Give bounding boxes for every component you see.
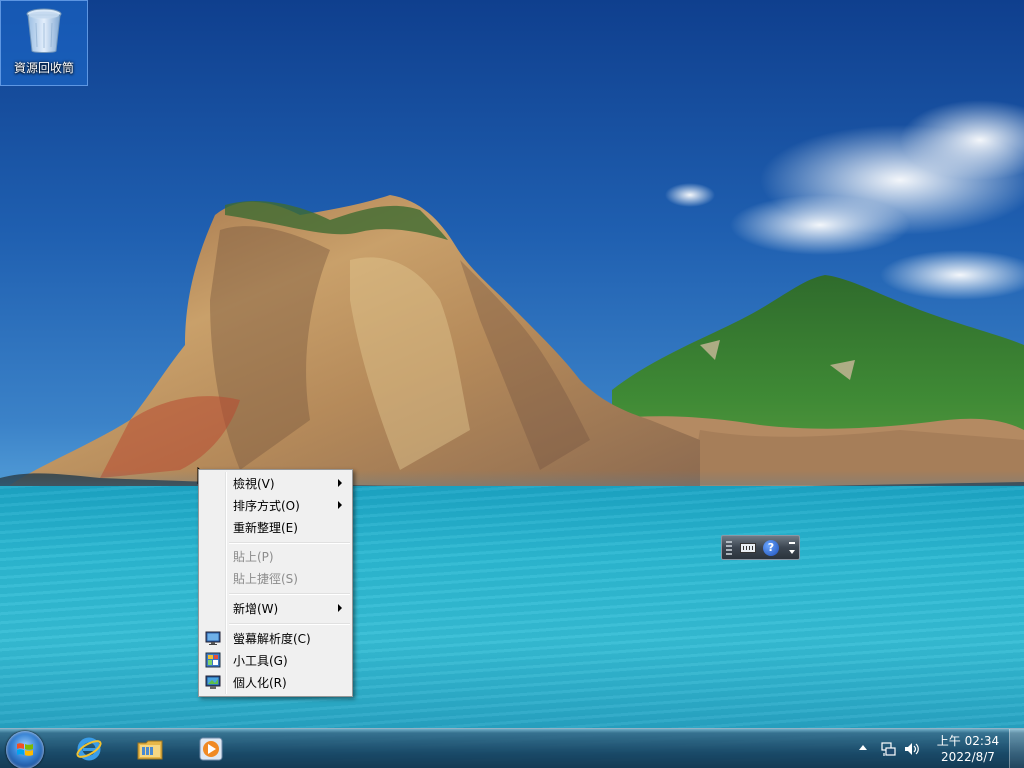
start-button[interactable] — [6, 731, 44, 768]
menu-item-paste[interactable]: 貼上(P) — [201, 545, 350, 567]
internet-explorer-icon — [76, 737, 102, 761]
network-icon[interactable] — [880, 741, 896, 757]
submenu-arrow-icon — [338, 501, 342, 509]
keyboard-icon[interactable] — [740, 543, 756, 553]
submenu-arrow-icon — [338, 604, 342, 612]
menu-item-new[interactable]: 新增(W) — [201, 597, 350, 619]
drag-handle-icon[interactable] — [726, 541, 732, 555]
folder-icon — [137, 740, 163, 760]
desktop-icon-recycle-bin[interactable]: 資源回收筒 — [0, 0, 88, 86]
menu-item-view[interactable]: 檢視(V) — [201, 472, 350, 494]
menu-item-label: 檢視(V) — [233, 476, 275, 491]
personalize-icon — [205, 675, 221, 689]
taskbar-internet-explorer[interactable] — [69, 732, 109, 766]
desktop-wallpaper — [0, 0, 1024, 768]
screen-resolution-icon — [205, 631, 221, 645]
menu-item-refresh[interactable]: 重新整理(E) — [201, 516, 350, 538]
menu-item-gadgets[interactable]: 小工具(G) — [201, 649, 350, 671]
menu-item-label: 貼上捷徑(S) — [233, 571, 298, 586]
menu-separator — [229, 593, 350, 595]
submenu-arrow-icon — [338, 479, 342, 487]
media-player-icon — [199, 737, 223, 761]
clock-time: 上午 02:34 — [936, 734, 1000, 748]
menu-item-screen-resolution[interactable]: 螢幕解析度(C) — [201, 627, 350, 649]
menu-item-label: 排序方式(O) — [233, 498, 300, 513]
taskbar-windows-explorer[interactable] — [130, 732, 170, 766]
menu-item-personalize[interactable]: 個人化(R) — [201, 671, 350, 693]
menu-item-label: 小工具(G) — [233, 653, 288, 668]
menu-item-label: 個人化(R) — [233, 675, 287, 690]
windows-logo-icon — [17, 743, 33, 756]
language-bar[interactable]: ? — [721, 535, 800, 560]
menu-separator — [229, 542, 350, 544]
sea — [0, 486, 1024, 768]
menu-item-sort-by[interactable]: 排序方式(O) — [201, 494, 350, 516]
gadgets-icon — [205, 652, 221, 668]
options-icon[interactable] — [788, 541, 796, 555]
taskbar: 上午 02:34 2022/8/7 — [0, 728, 1024, 768]
show-hidden-icons-icon[interactable] — [859, 745, 867, 750]
menu-item-label: 重新整理(E) — [233, 520, 298, 535]
menu-item-paste-shortcut[interactable]: 貼上捷徑(S) — [201, 567, 350, 589]
menu-item-label: 貼上(P) — [233, 549, 274, 564]
show-desktop-button[interactable] — [1009, 729, 1024, 768]
menu-item-label: 螢幕解析度(C) — [233, 631, 311, 646]
menu-item-label: 新增(W) — [233, 601, 279, 616]
taskbar-clock[interactable]: 上午 02:34 2022/8/7 — [928, 733, 1008, 765]
help-icon[interactable]: ? — [763, 540, 779, 556]
desktop-icon-label: 資源回收筒 — [13, 61, 74, 75]
taskbar-media-player[interactable] — [191, 732, 231, 766]
recycle-bin-icon — [24, 7, 64, 55]
volume-icon[interactable] — [903, 741, 921, 757]
clock-date: 2022/8/7 — [941, 750, 995, 764]
menu-separator — [229, 623, 350, 625]
desktop-context-menu: 檢視(V) 排序方式(O) 重新整理(E) 貼上(P) 貼上捷徑(S) 新增(W… — [198, 469, 353, 697]
